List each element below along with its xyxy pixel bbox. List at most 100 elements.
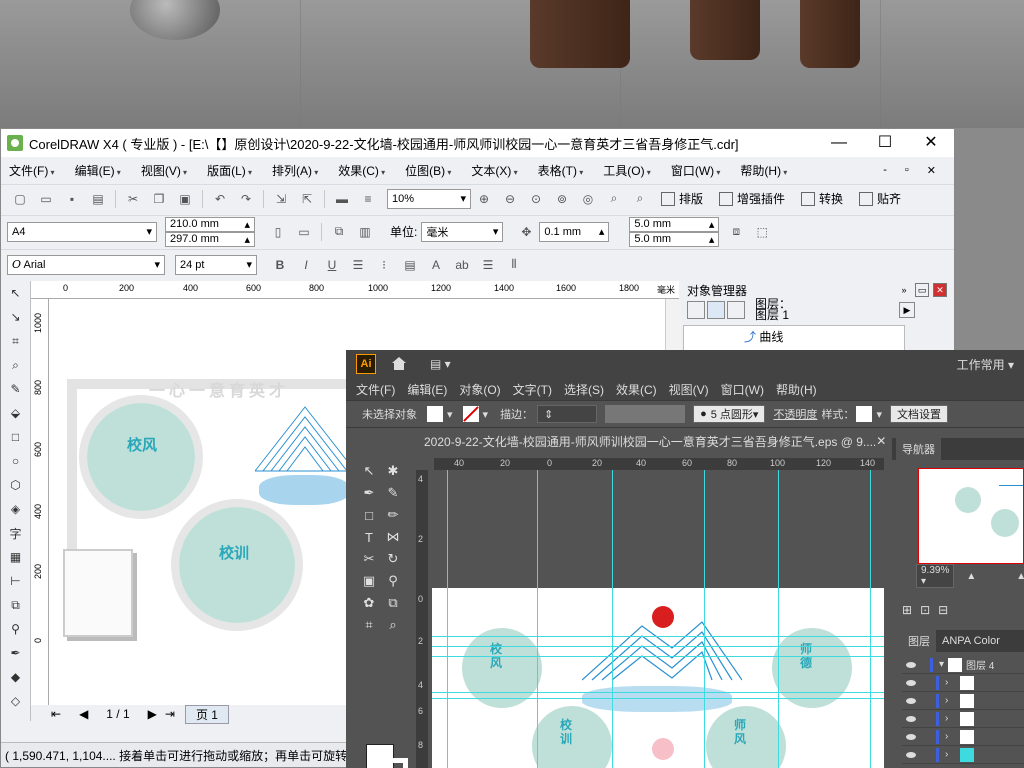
basic-shapes-icon[interactable]: ◈ bbox=[6, 499, 26, 519]
open-icon[interactable]: ▭ bbox=[37, 190, 55, 208]
visibility-eye-icon[interactable] bbox=[906, 733, 916, 740]
prev-page-icon[interactable]: ◀ bbox=[79, 707, 88, 721]
home-icon[interactable] bbox=[392, 357, 406, 371]
layer-row[interactable]: › bbox=[902, 728, 1024, 746]
text-tool-icon[interactable]: 字 bbox=[6, 523, 26, 543]
menu-table[interactable]: 表格(T) bbox=[538, 162, 584, 179]
menu-edit[interactable]: 编辑(E) bbox=[75, 162, 121, 179]
ellipse-tool-icon[interactable]: ○ bbox=[6, 451, 26, 471]
page-height-input[interactable]: 297.0 mm ▴ bbox=[165, 231, 255, 247]
shape-tool-icon[interactable]: ↘ bbox=[6, 307, 26, 327]
zoom-out-mountain-icon[interactable]: ▲ bbox=[966, 571, 976, 582]
tree-item-curve[interactable]: 曲线 bbox=[759, 330, 783, 344]
zoom-tool-icon[interactable]: ⌕ bbox=[384, 616, 402, 634]
eyedropper-icon[interactable]: ⚲ bbox=[6, 619, 26, 639]
font-family-select[interactable]: O Arial ▾ bbox=[7, 254, 165, 275]
eyedropper-tool-icon[interactable]: ⚲ bbox=[384, 572, 402, 590]
variable-width-profile[interactable] bbox=[605, 405, 686, 423]
ai-menu-file[interactable]: 文件(F) bbox=[356, 381, 395, 398]
ai-menu-help[interactable]: 帮助(H) bbox=[776, 381, 817, 398]
opacity-link[interactable]: 不透明度 bbox=[773, 406, 817, 422]
snap-button[interactable]: 贴齐 bbox=[859, 190, 901, 207]
menu-effects[interactable]: 效果(C) bbox=[338, 162, 385, 179]
menu-layout[interactable]: 版面(L) bbox=[207, 162, 252, 179]
copy-icon[interactable]: ❐ bbox=[150, 190, 168, 208]
brush-definition-select[interactable]: ● 5 点圆形 ▾ bbox=[693, 405, 766, 423]
crop-tool-icon[interactable]: ⌗ bbox=[6, 331, 26, 351]
first-page-icon[interactable]: ⇤ bbox=[51, 707, 61, 721]
menu-view[interactable]: 视图(V) bbox=[141, 162, 187, 179]
blend-tool-icon[interactable]: ⧉ bbox=[384, 594, 402, 612]
pencil-tool-icon[interactable]: ✏ bbox=[384, 506, 402, 524]
close-button[interactable]: ✕ bbox=[908, 129, 954, 157]
bullet-icon[interactable]: ⁝ bbox=[375, 256, 393, 274]
workspace-switcher[interactable]: 工作常用 ▾ bbox=[957, 356, 1014, 373]
pen-tool-icon[interactable]: ✒ bbox=[360, 484, 378, 502]
save-icon[interactable]: ▪ bbox=[63, 190, 81, 208]
export-icon[interactable]: ⇱ bbox=[298, 190, 316, 208]
arrange-documents-icon[interactable]: ▤ ▾ bbox=[430, 357, 451, 371]
ai-menu-select[interactable]: 选择(S) bbox=[564, 381, 604, 398]
layer-row[interactable]: › bbox=[902, 710, 1024, 728]
layer-row[interactable]: › bbox=[902, 746, 1024, 764]
page-size-select[interactable]: A4 ▾ bbox=[7, 221, 157, 242]
zoom-width-icon[interactable]: ⌕ bbox=[605, 190, 623, 208]
dup-y-input[interactable]: 5.0 mm ▴ bbox=[629, 231, 720, 247]
docker-close-icon[interactable]: ✕ bbox=[933, 283, 947, 297]
magic-wand-icon[interactable]: ✱ bbox=[384, 462, 402, 480]
visibility-eye-icon[interactable] bbox=[906, 697, 916, 704]
font-size-select[interactable]: 24 pt ▾ bbox=[175, 254, 257, 275]
italic-icon[interactable]: I bbox=[297, 256, 315, 274]
current-page-icon[interactable]: ▥ bbox=[356, 223, 374, 241]
gradient-tool-icon[interactable]: ▣ bbox=[360, 572, 378, 590]
zoom-selected-icon[interactable]: ⊙ bbox=[527, 190, 545, 208]
fill-swatch[interactable] bbox=[427, 406, 443, 422]
layer-menu-arrow[interactable]: ▶ bbox=[899, 302, 915, 318]
doc-minimize-button[interactable]: - bbox=[883, 164, 887, 177]
import-icon[interactable]: ⇲ bbox=[272, 190, 290, 208]
show-properties-icon[interactable] bbox=[687, 301, 705, 319]
visibility-eye-icon[interactable] bbox=[906, 715, 916, 722]
edit-bounding-icon[interactable]: ⬚ bbox=[753, 223, 771, 241]
layer-row[interactable]: › bbox=[902, 692, 1024, 710]
doc-restore-button[interactable]: ▫ bbox=[905, 164, 909, 177]
ai-menu-object[interactable]: 对象(O) bbox=[459, 381, 500, 398]
app-launcher-icon[interactable]: ▬ bbox=[333, 190, 351, 208]
page-tab[interactable]: 页 1 bbox=[184, 704, 229, 724]
menu-help[interactable]: 帮助(H) bbox=[740, 162, 787, 179]
ai-menu-edit[interactable]: 编辑(E) bbox=[407, 381, 447, 398]
docker-min-icon[interactable]: ▭ bbox=[915, 283, 929, 297]
print-icon[interactable]: ▤ bbox=[89, 190, 107, 208]
maximize-button[interactable]: ☐ bbox=[862, 129, 908, 157]
ai-menu-effect[interactable]: 效果(C) bbox=[616, 381, 657, 398]
layers-tab[interactable]: 图层 bbox=[902, 630, 936, 652]
polygon-tool-icon[interactable]: ⬡ bbox=[6, 475, 26, 495]
menu-arrange[interactable]: 排列(A) bbox=[272, 162, 318, 179]
nudge-distance-input[interactable]: 0.1 mm ▴ bbox=[539, 221, 610, 242]
interactive-blend-icon[interactable]: ⧉ bbox=[6, 595, 26, 615]
layout-plugin-button[interactable]: 排版 bbox=[661, 190, 703, 207]
align-icon-3[interactable]: ⊟ bbox=[938, 603, 948, 617]
rectangle-tool-icon[interactable]: □ bbox=[360, 506, 378, 524]
zoom-out-icon[interactable]: ⊖ bbox=[501, 190, 519, 208]
document-setup-button[interactable]: 文档设置 bbox=[889, 405, 948, 423]
rectangle-tool-icon[interactable]: □ bbox=[6, 427, 26, 447]
parallel-dimension-icon[interactable]: ⊢ bbox=[6, 571, 26, 591]
char-format-icon[interactable]: ab bbox=[453, 256, 471, 274]
docker-expand-icon[interactable]: » bbox=[897, 283, 911, 297]
zoom-level-field[interactable]: 10% ▾ bbox=[387, 188, 471, 209]
align-icon[interactable]: ☰ bbox=[349, 256, 367, 274]
redo-icon[interactable]: ↷ bbox=[237, 190, 255, 208]
edit-text-icon[interactable]: A bbox=[427, 256, 445, 274]
rotate-tool-icon[interactable]: ↻ bbox=[384, 550, 402, 568]
menu-bitmaps[interactable]: 位图(B) bbox=[405, 162, 451, 179]
zoom-tool-icon[interactable]: ⌕ bbox=[6, 355, 26, 375]
stroke-color-icon[interactable] bbox=[380, 758, 408, 768]
align-icon-1[interactable]: ⊞ bbox=[902, 603, 912, 617]
interactive-fill-icon[interactable]: ◇ bbox=[6, 691, 26, 711]
horizontal-text-icon[interactable]: ☰ bbox=[479, 256, 497, 274]
visibility-eye-icon[interactable] bbox=[906, 661, 916, 668]
zoom-height-icon[interactable]: ⌕ bbox=[631, 190, 649, 208]
navigator-tab[interactable]: 导航器 bbox=[896, 438, 941, 460]
enhance-plugin-button[interactable]: 增强插件 bbox=[719, 190, 785, 207]
